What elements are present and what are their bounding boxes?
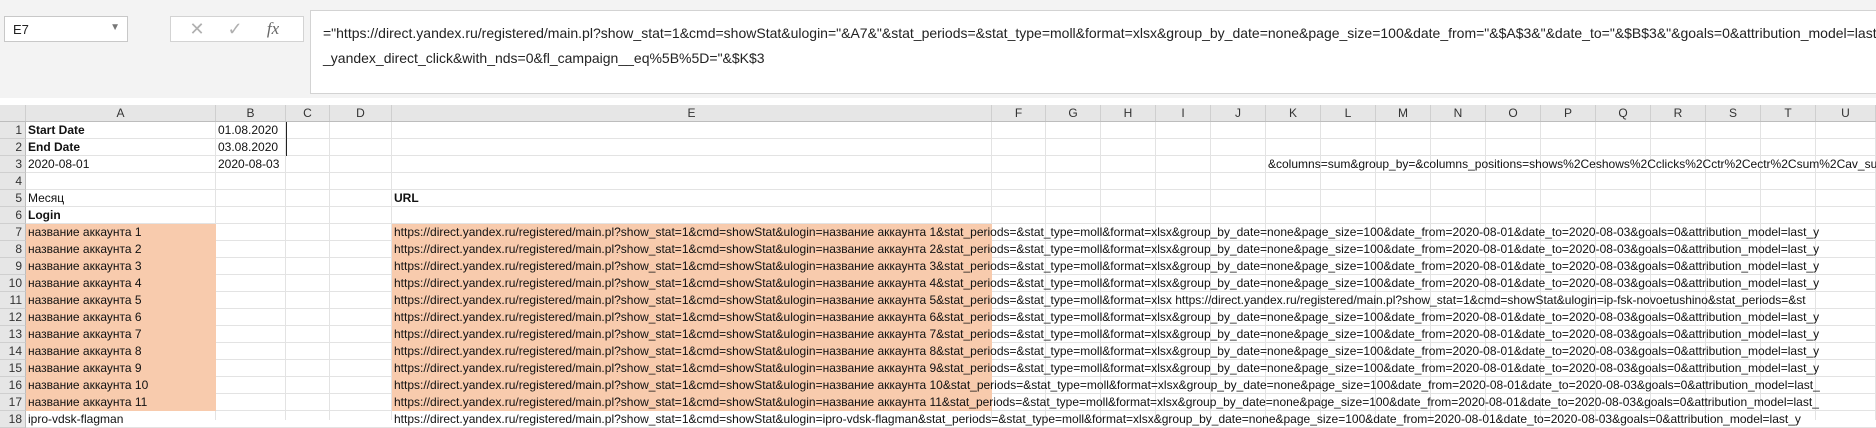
row-header-12[interactable]: 12 [0,309,26,326]
account-url-cell[interactable]: https://direct.yandex.ru/registered/main… [394,394,1876,411]
column-header-n[interactable]: N [1431,105,1486,121]
end-date-iso[interactable]: 2020-08-03 [218,156,285,173]
account-login-cell[interactable]: название аккаунта 3 [28,258,215,275]
account-login-cell[interactable]: название аккаунта 6 [28,309,215,326]
account-url-cell[interactable]: https://direct.yandex.ru/registered/main… [394,292,1876,309]
column-header-c[interactable]: C [286,105,330,121]
column-header-h[interactable]: H [1101,105,1156,121]
formula-input[interactable]: ="https://direct.yandex.ru/registered/ma… [310,10,1876,94]
row-header-7[interactable]: 7 [0,224,26,241]
formula-text: ="https://direct.yandex.ru/registered/ma… [323,25,1876,66]
account-login-cell[interactable]: название аккаунта 4 [28,275,215,292]
row-header-9[interactable]: 9 [0,258,26,275]
column-header-a[interactable]: A [26,105,216,121]
column-header-o[interactable]: O [1486,105,1541,121]
row-header-10[interactable]: 10 [0,275,26,292]
account-login-cell[interactable]: название аккаунта 7 [28,326,215,343]
column-headers: ABCDEFGHIJKLMNOPQRSTU [0,105,1876,122]
column-header-e[interactable]: E [392,105,992,121]
login-header[interactable]: Login [28,207,215,224]
column-header-j[interactable]: J [1211,105,1266,121]
account-login-cell[interactable]: название аккаунта 11 [28,394,215,411]
row-header-8[interactable]: 8 [0,241,26,258]
row-header-4[interactable]: 4 [0,173,26,190]
account-url-cell[interactable]: https://direct.yandex.ru/registered/main… [394,343,1876,360]
account-url-cell[interactable]: https://direct.yandex.ru/registered/main… [394,377,1876,394]
account-url-cell[interactable]: https://direct.yandex.ru/registered/main… [394,258,1876,275]
row-header-5[interactable]: 5 [0,190,26,207]
account-url-cell[interactable]: https://direct.yandex.ru/registered/main… [394,309,1876,326]
start-date-label[interactable]: Start Date [28,122,215,139]
row-header-14[interactable]: 14 [0,343,26,360]
row-header-13[interactable]: 13 [0,326,26,343]
row-header-15[interactable]: 15 [0,360,26,377]
account-login-cell[interactable]: название аккаунта 10 [28,377,215,394]
column-header-b[interactable]: B [216,105,286,121]
row-header-1[interactable]: 1 [0,122,26,139]
account-url-cell[interactable]: https://direct.yandex.ru/registered/main… [394,326,1876,343]
row-header-2[interactable]: 2 [0,139,26,156]
account-url-cell[interactable]: https://direct.yandex.ru/registered/main… [394,224,1876,241]
b1-b2-border [286,122,287,156]
column-header-l[interactable]: L [1321,105,1376,121]
column-header-q[interactable]: Q [1596,105,1651,121]
gridline [26,138,1876,139]
account-url-cell[interactable]: https://direct.yandex.ru/registered/main… [394,241,1876,258]
column-header-i[interactable]: I [1156,105,1211,121]
end-date-value[interactable]: 03.08.2020 [218,139,285,156]
month-header[interactable]: Месяц [28,190,215,207]
column-header-d[interactable]: D [330,105,392,121]
start-date-value[interactable]: 01.08.2020 [218,122,285,139]
column-header-s[interactable]: S [1706,105,1761,121]
row-header-11[interactable]: 11 [0,292,26,309]
column-header-r[interactable]: R [1651,105,1706,121]
chevron-down-icon[interactable]: ▼ [110,22,120,33]
column-header-m[interactable]: M [1376,105,1431,121]
end-date-label[interactable]: End Date [28,139,215,156]
close-icon[interactable]: ✕ [185,19,209,40]
column-header-u[interactable]: U [1816,105,1876,121]
account-login-cell[interactable]: название аккаунта 9 [28,360,215,377]
row-header-17[interactable]: 17 [0,394,26,411]
account-login-cell[interactable]: название аккаунта 5 [28,292,215,309]
account-url-cell[interactable]: https://direct.yandex.ru/registered/main… [394,275,1876,292]
column-header-k[interactable]: K [1266,105,1321,121]
formula-buttons: ✕ ✓ fx [170,16,304,42]
spreadsheet-grid: ABCDEFGHIJKLMNOPQRSTU 1 2 3 4 5 6 7 8 9 10 11 12 13 1… [0,105,1876,428]
check-icon[interactable]: ✓ [223,19,247,40]
formula-bar-area: E7 ▼ ✕ ✓ fx ="https://direct.yandex.ru/r… [0,0,1876,98]
column-header-p[interactable]: P [1541,105,1596,121]
column-header-g[interactable]: G [1046,105,1101,121]
start-date-iso[interactable]: 2020-08-01 [28,156,215,173]
select-all-corner[interactable] [0,105,26,121]
account-login-cell[interactable]: название аккаунта 1 [28,224,215,241]
url-header[interactable]: URL [394,190,991,207]
name-box[interactable]: E7 ▼ [4,16,128,42]
account-login-cell[interactable]: название аккаунта 2 [28,241,215,258]
name-box-value: E7 [13,22,29,37]
row-header-3[interactable]: 3 [0,156,26,173]
account-login-cell[interactable]: название аккаунта 8 [28,343,215,360]
column-header-f[interactable]: F [992,105,1046,121]
fx-icon[interactable]: fx [261,19,285,39]
columns-params-cell[interactable]: &columns=sum&group_by=&columns_positions… [1268,156,1876,173]
row-header-16[interactable]: 16 [0,377,26,394]
account-url-cell[interactable]: https://direct.yandex.ru/registered/main… [394,360,1876,377]
column-header-t[interactable]: T [1761,105,1816,121]
row-header-6[interactable]: 6 [0,207,26,224]
